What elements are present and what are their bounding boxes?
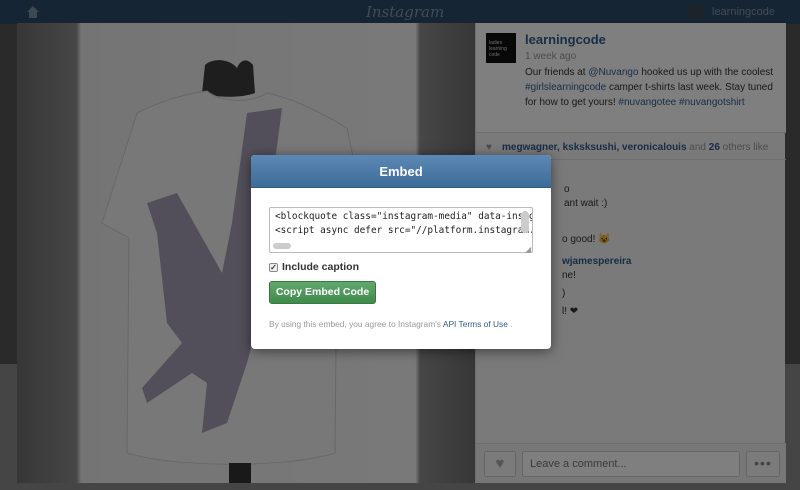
embed-dialog: Embed <blockquote class="instagram-media… <box>251 155 551 349</box>
resize-grip-icon[interactable]: ◢ <box>525 245 531 254</box>
include-caption-label: Include caption <box>282 261 360 273</box>
include-caption-option[interactable]: ✓ Include caption <box>269 261 359 273</box>
api-terms-link[interactable]: API Terms of Use <box>443 319 508 329</box>
vertical-scrollbar[interactable] <box>521 211 529 233</box>
embed-code-textarea[interactable]: <blockquote class="instagram-media" data… <box>269 207 533 253</box>
terms-notice: By using this embed, you agree to Instag… <box>269 319 513 329</box>
terms-text: By using this embed, you agree to Instag… <box>269 319 443 329</box>
dialog-title: Embed <box>251 155 551 188</box>
horizontal-scrollbar[interactable] <box>273 243 291 249</box>
copy-embed-code-button[interactable]: Copy Embed Code <box>269 281 376 304</box>
terms-text: . <box>507 319 513 329</box>
include-caption-checkbox[interactable]: ✓ <box>269 262 278 272</box>
